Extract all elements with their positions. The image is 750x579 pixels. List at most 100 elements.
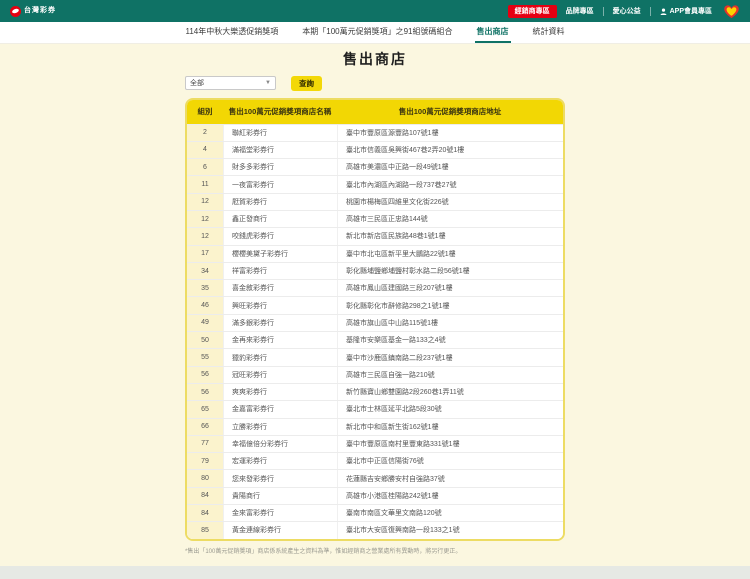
cell-store-address: 臺北市大安區復興南路一段133之1號: [337, 522, 563, 539]
cell-store-address: 臺中市豐原區南村里豐東路331號1樓: [337, 435, 563, 453]
table-row: 12 鑫正發商行 高雄市三民區正忠路144號: [187, 209, 563, 228]
table-row: 34 祥富彩券行 彰化縣埔鹽鄉埔鹽村彰水路二段56號1樓: [187, 261, 563, 280]
cell-store-name: 獵豹彩券行: [223, 349, 337, 366]
cell-group: 50: [187, 332, 223, 349]
topbar-links: 經銷商專區 品牌專區 愛心公益 APP會員專區: [507, 4, 740, 19]
cell-store-name: 滿福堂彩券行: [223, 141, 337, 159]
table-row: 2 聯紅彩券行 臺中市豐原區源豐路107號1樓: [187, 123, 563, 141]
cell-group: 55: [187, 349, 223, 366]
table-row: 4 滿福堂彩券行 臺北市信義區吳興街467巷2弄20號1樓: [187, 140, 563, 159]
cell-store-name: 宏運彩券行: [223, 453, 337, 470]
table-header-row: 組別 售出100萬元促銷獎項商店名稱 售出100萬元促銷獎項商店地址: [187, 99, 563, 124]
divider: [602, 6, 604, 16]
cell-store-address: 臺中市豐原區源豐路107號1樓: [337, 124, 563, 141]
nav-tab[interactable]: 統計資料: [531, 22, 567, 43]
cell-store-name: 屘賀彩券行: [223, 193, 337, 210]
stores-table: 組別 售出100萬元促銷獎項商店名稱 售出100萬元促銷獎項商店地址 2 聯紅彩…: [185, 97, 565, 541]
lottery-logo-icon: [10, 5, 21, 17]
nav-tab[interactable]: 114年中秋大樂透促銷獎項: [183, 22, 280, 43]
cell-group: 65: [187, 401, 223, 418]
table-row: 56 爽爽彩券行 新竹縣寶山鄉雙園路2段260巷1弄11號: [187, 382, 563, 401]
dealer-zone-button[interactable]: 經銷商專區: [507, 4, 557, 18]
cell-store-address: 臺北市內湖區內湖路一段737巷27號: [337, 176, 563, 193]
table-row: 17 櫻櫻美黛子彩券行 臺中市北屯區新平里大鵬路22號1樓: [187, 244, 563, 262]
cell-store-address: 桃園市楊梅區四維里文化街226號: [337, 193, 563, 210]
page-title: 售出商店: [343, 51, 407, 67]
logo-text: 台灣彩券: [24, 7, 56, 15]
cell-store-name: 櫻櫻美黛子彩券行: [223, 245, 337, 262]
cell-store-address: 臺北市信義區吳興街467巷2弄20號1樓: [337, 141, 563, 159]
cell-group: 12: [187, 193, 223, 210]
cell-store-name: 您來發彩券行: [223, 470, 337, 487]
cell-store-name: 財多多彩券行: [223, 159, 337, 176]
cell-store-address: 臺中市沙鹿區鎮南路二段237號1樓: [337, 349, 563, 366]
table-row: 85 黃金連線彩券行 臺北市大安區復興南路一段133之1號: [187, 521, 563, 539]
header-group: 組別: [197, 107, 213, 116]
topbar: 台灣彩券 經銷商專區 品牌專區 愛心公益 APP會員專區: [0, 0, 750, 22]
cell-store-address: 高雄市三民區正忠路144號: [337, 210, 563, 228]
table-body: 2 聯紅彩券行 臺中市豐原區源豐路107號1樓 4 滿福堂彩券行 臺北市信義區吳…: [187, 123, 563, 539]
cell-group: 17: [187, 245, 223, 262]
app-member-link[interactable]: APP會員專區: [660, 8, 712, 15]
cell-store-name: 金嘉富彩券行: [223, 401, 337, 418]
table-row: 50 金再來彩券行 基隆市安樂區基金一路133之4號: [187, 331, 563, 349]
app-member-label: APP會員專區: [669, 7, 712, 15]
header-store-address: 售出100萬元促銷獎項商店地址: [398, 107, 502, 116]
cell-store-address: 基隆市安樂區基金一路133之4號: [337, 332, 563, 349]
cell-store-name: 金再來彩券行: [223, 332, 337, 349]
cell-group: 4: [187, 141, 223, 159]
cell-store-address: 高雄市鳳山區建國路三段207號1樓: [337, 280, 563, 297]
table-row: 46 興旺彩券行 彰化縣彰化市辭修路298之1號1樓: [187, 296, 563, 314]
cell-group: 34: [187, 262, 223, 280]
heart-mascot-icon[interactable]: [723, 4, 740, 19]
table-row: 77 幸福億倍分彩券行 臺中市豐原區南村里豐東路331號1樓: [187, 434, 563, 453]
cell-store-address: 新北市新店區民族路48巷1號1樓: [337, 228, 563, 245]
group-select[interactable]: 全部 ▼: [185, 76, 276, 91]
cell-store-name: 爽爽彩券行: [223, 383, 337, 401]
cell-store-name: 幸福億倍分彩券行: [223, 435, 337, 453]
cell-store-address: 高雄市三民區自強一路210號: [337, 366, 563, 383]
cell-store-address: 高雄市旗山區中山路115號1樓: [337, 314, 563, 332]
cell-group: 12: [187, 228, 223, 245]
select-value: 全部: [190, 80, 204, 88]
cell-group: 46: [187, 297, 223, 314]
cell-group: 6: [187, 159, 223, 176]
cell-group: 2: [187, 124, 223, 141]
table-row: 80 您來發彩券行 花蓮縣吉安鄉勝安村自強路37號: [187, 469, 563, 487]
table-row: 12 屘賀彩券行 桃園市楊梅區四維里文化街226號: [187, 192, 563, 210]
cell-store-name: 金來富彩券行: [223, 505, 337, 522]
footer-strip: [0, 566, 750, 579]
query-button[interactable]: 查詢: [291, 76, 322, 91]
cell-store-name: 興旺彩券行: [223, 297, 337, 314]
table-row: 49 滿多銀彩券行 高雄市旗山區中山路115號1樓: [187, 313, 563, 332]
cell-store-name: 滿多銀彩券行: [223, 314, 337, 332]
main-content: 售出商店 全部 ▼ 查詢 組別 售出100萬元促銷獎項商店名稱 售出100萬元促…: [0, 44, 750, 555]
cell-group: 56: [187, 366, 223, 383]
charity-link[interactable]: 愛心公益: [613, 8, 641, 15]
table-row: 66 立勝彩券行 新北市中和區新生街162號1樓: [187, 417, 563, 435]
footnote: *售出「100萬元促銷獎項」商店係系統產生之資料為準，惟如經銷商之營業處所有異動…: [185, 548, 462, 555]
promo-nav: 114年中秋大樂透促銷獎項 本期「100萬元促銷獎項」之91組號碼組合 售出商店…: [0, 22, 750, 44]
cell-store-address: 臺北市中正區信陽街76號: [337, 453, 563, 470]
cell-store-name: 立勝彩券行: [223, 418, 337, 435]
cell-store-address: 新北市中和區新生街162號1樓: [337, 418, 563, 435]
cell-group: 77: [187, 435, 223, 453]
site-logo[interactable]: 台灣彩券: [10, 5, 56, 17]
cell-store-address: 臺南市南區文華里文南路120號: [337, 505, 563, 522]
cell-store-name: 貴陽商行: [223, 487, 337, 505]
cell-store-name: 咬錢虎彩券行: [223, 228, 337, 245]
nav-tab[interactable]: 售出商店: [474, 22, 511, 43]
cell-group: 49: [187, 314, 223, 332]
cell-group: 12: [187, 210, 223, 228]
table-row: 35 喜金敘彩券行 高雄市鳳山區建國路三段207號1樓: [187, 279, 563, 297]
cell-group: 79: [187, 453, 223, 470]
cell-store-address: 高雄市美濃區中正路一段49號1樓: [337, 159, 563, 176]
nav-tab[interactable]: 本期「100萬元促銷獎項」之91組號碼組合: [300, 22, 454, 43]
brand-zone-link[interactable]: 品牌專區: [566, 8, 594, 15]
filter-controls: 全部 ▼ 查詢: [185, 76, 565, 91]
cell-group: 66: [187, 418, 223, 435]
table-row: 12 咬錢虎彩券行 新北市新店區民族路48巷1號1樓: [187, 227, 563, 245]
cell-store-address: 彰化縣埔鹽鄉埔鹽村彰水路二段56號1樓: [337, 262, 563, 280]
table-row: 84 貴陽商行 高雄市小港區桂陽路242號1樓: [187, 486, 563, 505]
cell-store-name: 喜金敘彩券行: [223, 280, 337, 297]
